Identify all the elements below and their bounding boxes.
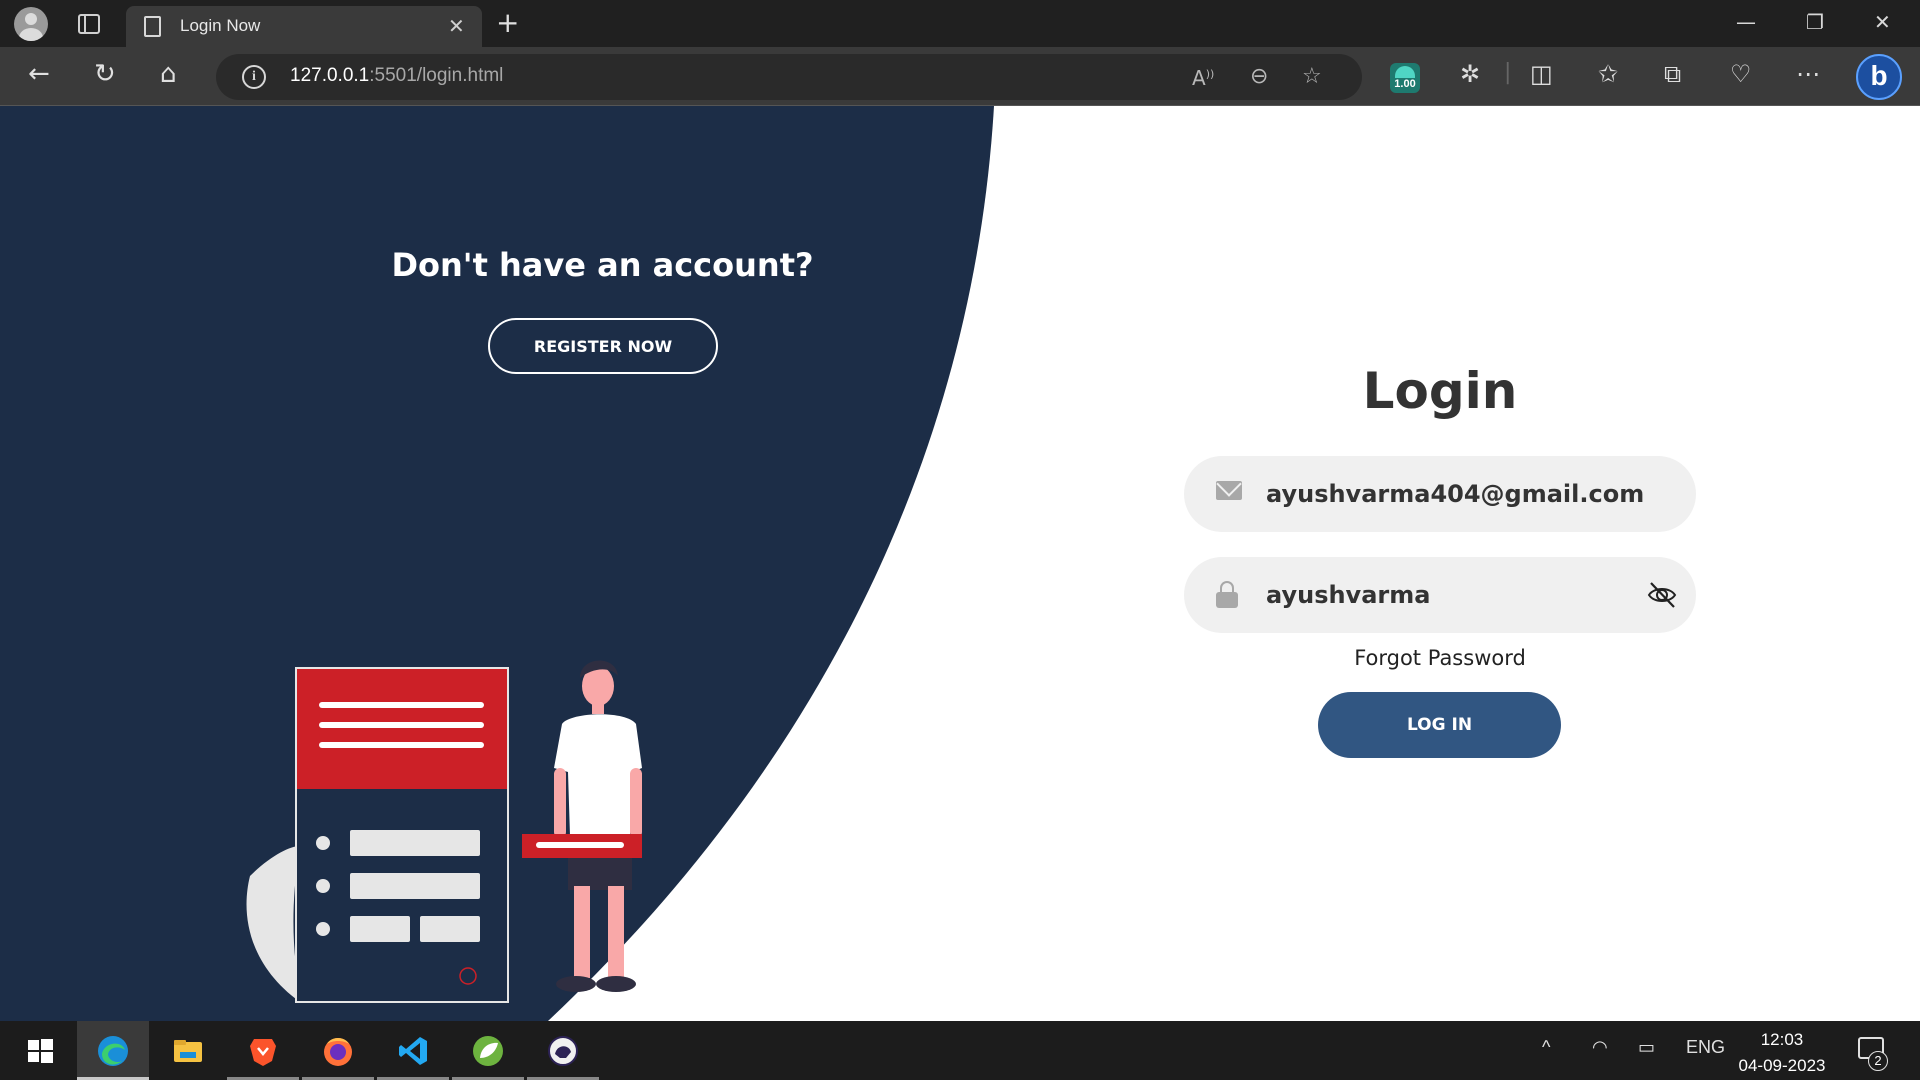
site-info-icon[interactable]: i xyxy=(242,65,266,89)
collections-icon[interactable]: ⧉ xyxy=(1664,60,1681,88)
person-arm-left xyxy=(554,768,566,838)
battery-icon[interactable]: ▭ xyxy=(1638,1037,1655,1058)
notification-count-badge: 2 xyxy=(1868,1051,1888,1071)
back-button[interactable]: ← xyxy=(28,59,50,89)
edge-icon xyxy=(98,1036,128,1066)
tab-close-button[interactable]: ✕ xyxy=(448,14,465,38)
form-card-header xyxy=(297,669,507,789)
person-shoe-left xyxy=(556,976,596,992)
person-neck xyxy=(592,702,604,714)
taskbar-spring-tools[interactable] xyxy=(452,1021,524,1080)
header-line-3 xyxy=(319,742,484,748)
new-tab-button[interactable]: + xyxy=(496,6,519,39)
extension-dome-shape xyxy=(1395,66,1415,78)
login-title: Login xyxy=(1362,362,1518,420)
header-line-1 xyxy=(319,702,484,708)
read-aloud-icon[interactable]: A)) xyxy=(1192,66,1214,90)
taskbar-brave[interactable] xyxy=(227,1021,299,1080)
clock-time: 12:03 xyxy=(1760,1030,1804,1049)
bing-copilot-icon[interactable]: b xyxy=(1856,54,1902,100)
toolbar-divider: | xyxy=(1504,60,1512,85)
leaf-shape xyxy=(246,846,302,1002)
file-explorer-icon xyxy=(174,1040,202,1062)
split-screen-icon[interactable]: ◫ xyxy=(1530,60,1553,88)
favorites-icon[interactable]: ✩ xyxy=(1598,60,1618,88)
person-leg-left xyxy=(574,886,590,978)
held-bar-line xyxy=(536,842,624,848)
extensions-puzzle-icon[interactable]: ✲ xyxy=(1460,60,1480,88)
password-field[interactable] xyxy=(1184,557,1696,633)
email-field[interactable] xyxy=(1184,456,1696,532)
header-line-2 xyxy=(319,722,484,728)
wifi-icon[interactable]: ◠ xyxy=(1592,1037,1608,1058)
url-text[interactable]: 127.0.0.1:5501/login.html xyxy=(290,65,503,87)
password-input[interactable] xyxy=(1266,571,1646,619)
form-bullet-3 xyxy=(316,922,330,936)
eye-slash-icon[interactable] xyxy=(1646,579,1678,611)
brave-icon xyxy=(250,1039,276,1066)
form-bullet-2 xyxy=(316,879,330,893)
clock-date: 04-09-2023 xyxy=(1738,1056,1826,1075)
restore-button[interactable]: ❐ xyxy=(1806,10,1824,34)
taskbar-firefox[interactable] xyxy=(302,1021,374,1080)
minimize-button[interactable]: — xyxy=(1736,10,1756,34)
browser-tab-bar: Login Now ✕ + — ❐ ✕ xyxy=(0,0,1920,47)
zoom-out-icon[interactable]: ⊖ xyxy=(1250,64,1268,89)
login-page: Don't have an account? REGISTER NOW Logi… xyxy=(0,106,1920,1021)
form-bullet-1 xyxy=(316,836,330,850)
browser-toolbar: ← ↻ ⌂ i 127.0.0.1:5501/login.html A)) ⊖ … xyxy=(0,47,1920,106)
eclipse-icon xyxy=(548,1036,578,1066)
url-path: :5501/login.html xyxy=(369,65,504,86)
extension-badge-icon[interactable]: 1.00 xyxy=(1390,63,1420,93)
taskbar-file-explorer[interactable] xyxy=(152,1021,224,1080)
taskbar-edge[interactable] xyxy=(77,1021,149,1080)
more-icon[interactable]: ⋯ xyxy=(1796,60,1820,88)
signup-heading: Don't have an account? xyxy=(391,246,814,284)
windows-start-icon xyxy=(28,1039,53,1063)
tab-actions-icon[interactable] xyxy=(78,14,100,34)
taskbar-eclipse[interactable] xyxy=(527,1021,599,1080)
mail-icon xyxy=(1216,481,1242,500)
vscode-icon xyxy=(399,1037,427,1065)
spring-tools-icon xyxy=(473,1036,503,1066)
person-shoe-right xyxy=(596,976,636,992)
firefox-icon xyxy=(324,1038,352,1066)
refresh-button[interactable]: ↻ xyxy=(94,59,116,89)
form-row-3b xyxy=(420,916,480,942)
favorite-star-icon[interactable]: ☆ xyxy=(1302,64,1322,89)
person-shirt xyxy=(554,714,642,836)
login-button[interactable]: LOG IN xyxy=(1318,692,1561,758)
browser-essentials-icon[interactable]: ♡ xyxy=(1730,60,1752,88)
tab-title: Login Now xyxy=(180,16,261,35)
page-document-icon xyxy=(144,16,161,37)
address-bar[interactable]: i 127.0.0.1:5501/login.html A)) ⊖ ☆ xyxy=(216,54,1362,100)
lock-icon xyxy=(1216,581,1238,608)
taskbar-vscode[interactable] xyxy=(377,1021,449,1080)
home-button[interactable]: ⌂ xyxy=(160,59,177,89)
form-row-3a xyxy=(350,916,410,942)
register-now-button[interactable]: REGISTER NOW xyxy=(488,318,718,374)
forgot-password-link[interactable]: Forgot Password xyxy=(1290,646,1590,670)
url-host: 127.0.0.1 xyxy=(290,65,370,86)
windows-start-button[interactable] xyxy=(4,1021,76,1080)
email-input[interactable] xyxy=(1266,470,1646,518)
close-window-button[interactable]: ✕ xyxy=(1874,10,1891,34)
signup-illustration xyxy=(246,660,642,1003)
language-indicator[interactable]: ENG xyxy=(1686,1037,1725,1058)
profile-avatar-icon[interactable] xyxy=(14,7,48,41)
extension-badge-value: 1.00 xyxy=(1394,78,1416,90)
taskbar-clock[interactable]: 12:03 04-09-2023 xyxy=(1722,1027,1842,1079)
taskbar: ^ ◠ ▭ ENG 12:03 04-09-2023 2 xyxy=(0,1021,1920,1080)
person-arm-right xyxy=(630,768,642,838)
person-leg-right xyxy=(608,886,624,978)
tray-overflow-chevron[interactable]: ^ xyxy=(1542,1037,1550,1058)
form-row-1 xyxy=(350,830,480,856)
tab-login-now[interactable]: Login Now ✕ xyxy=(126,6,482,47)
form-row-2 xyxy=(350,873,480,899)
